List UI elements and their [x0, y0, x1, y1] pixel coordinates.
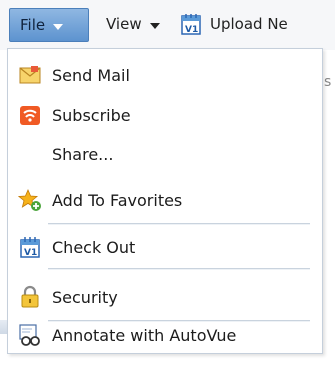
menu-item-label: Security [52, 287, 118, 307]
upload-icon: V1 [181, 14, 201, 35]
upload-new-label: Upload Ne [210, 15, 288, 33]
menu-item-label: Add To Favorites [52, 190, 183, 210]
menu-item-label: Send Mail [52, 65, 130, 85]
view-menu-label: View [106, 15, 142, 33]
background-text-fragment: s [324, 74, 332, 90]
file-menu-button[interactable]: File [9, 8, 89, 42]
view-menu-button[interactable]: View [106, 8, 160, 40]
file-menu-label: File [20, 16, 46, 34]
file-dropdown-menu: Send Mail Subscribe Share... Add To Favo… [7, 48, 323, 354]
menu-item-add-to-favorites[interactable]: Add To Favorites [8, 184, 322, 216]
menu-item-label: Subscribe [52, 105, 131, 125]
lock-icon [21, 285, 39, 308]
menu-item-label: Annotate with AutoVue [52, 325, 237, 345]
svg-text:V1: V1 [185, 25, 198, 35]
envelope-icon [19, 66, 41, 84]
menu-item-subscribe[interactable]: Subscribe [8, 99, 322, 131]
menu-item-check-out[interactable]: V1 Check Out [8, 231, 322, 263]
rss-icon [20, 106, 40, 125]
autovue-icon [19, 324, 40, 346]
menu-item-label: Check Out [52, 237, 136, 257]
upload-new-button[interactable]: V1 Upload Ne [180, 8, 288, 40]
menu-separator [48, 223, 310, 225]
toolbar: File View V1 Upload Ne [0, 0, 335, 50]
star-add-icon [18, 188, 41, 211]
menu-item-annotate-with-autovue[interactable]: Annotate with AutoVue [8, 319, 322, 351]
menu-item-send-mail[interactable]: Send Mail [8, 59, 322, 91]
chevron-down-icon [53, 23, 64, 30]
menu-item-share[interactable]: Share... [8, 138, 322, 170]
menu-separator [48, 268, 310, 270]
checkout-icon: V1 [20, 237, 40, 258]
menu-item-security[interactable]: Security [8, 281, 322, 313]
menu-item-label: Share... [52, 144, 114, 164]
svg-text:V1: V1 [24, 248, 37, 258]
chevron-down-icon [149, 22, 160, 29]
